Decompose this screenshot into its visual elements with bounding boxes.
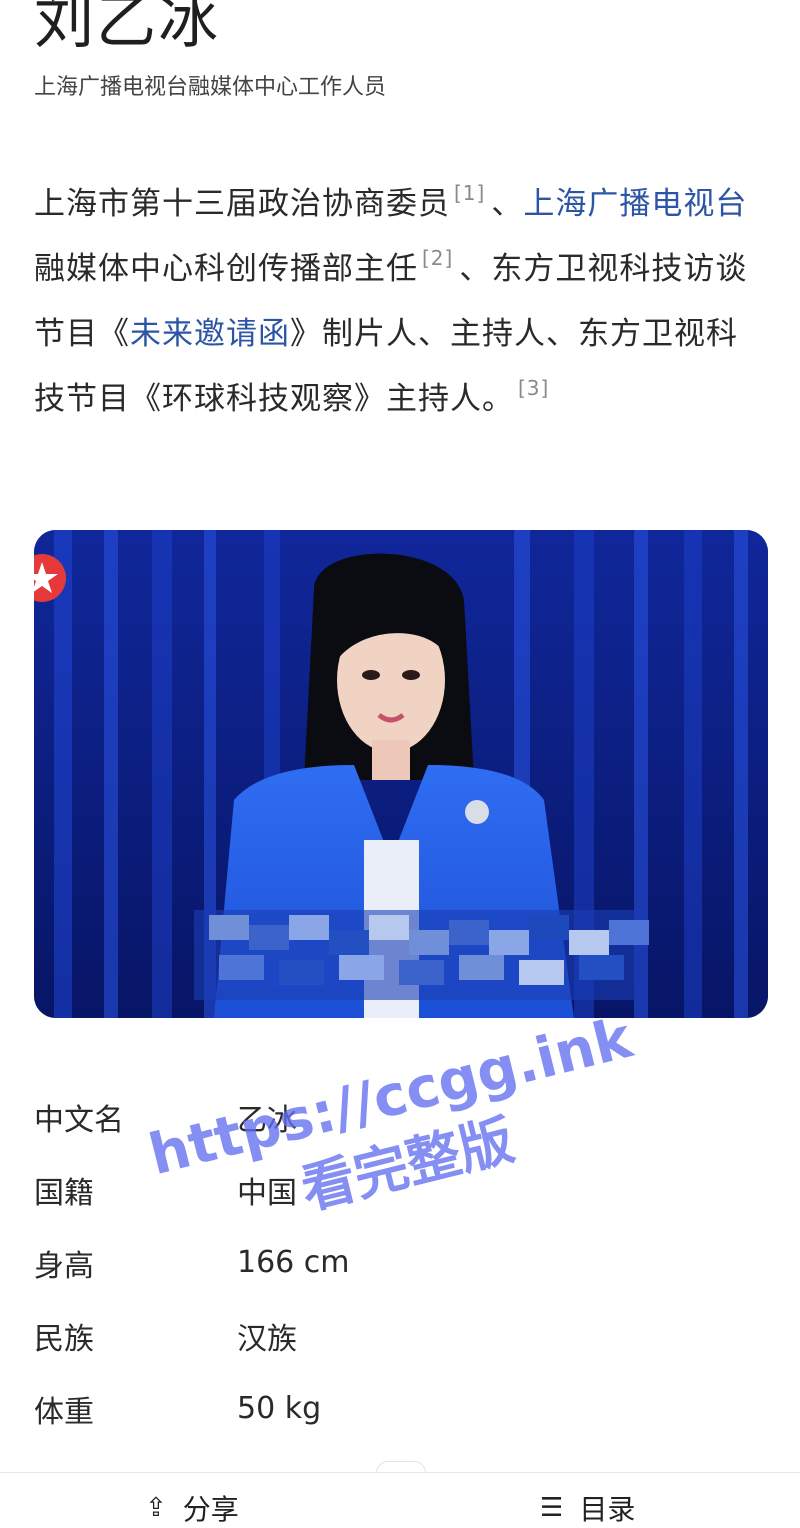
info-row: 体重 50 kg (34, 1372, 734, 1445)
info-row: 身高 166 cm (34, 1226, 734, 1299)
bottom-bar: ⇪ 分享 ☰ 目录 (0, 1472, 800, 1526)
summary-sep: 、 (491, 186, 524, 222)
share-label: 分享 (182, 1493, 239, 1526)
info-row: 民族 汉族 (34, 1299, 734, 1372)
citation-1[interactable]: [1] (454, 181, 485, 205)
info-row: 中文名 乙冰 (34, 1080, 734, 1153)
share-button[interactable]: ⇪ 分享 (145, 1493, 239, 1526)
info-value: 乙冰 (237, 1102, 297, 1138)
info-key: 中文名 (34, 1102, 124, 1138)
summary-text-2: 融媒体中心科创传播部主任 (34, 251, 418, 287)
citation-3[interactable]: [3] (518, 376, 549, 400)
list-icon: ☰ (540, 1493, 564, 1523)
info-value: 汉族 (237, 1321, 297, 1357)
share-icon: ⇪ (145, 1493, 167, 1523)
link-sh-broadcast[interactable]: 上海广播电视台 (523, 186, 747, 222)
page-title: 刘乙冰 (34, 0, 220, 57)
info-value: 中国 (237, 1175, 297, 1211)
info-key: 身高 (34, 1248, 94, 1284)
info-key: 体重 (34, 1394, 94, 1430)
link-future-invitation[interactable]: 未来邀请函 (130, 316, 290, 352)
profile-photo[interactable] (34, 530, 768, 1018)
citation-2[interactable]: [2] (422, 246, 453, 270)
info-value: 50 kg (237, 1391, 322, 1426)
summary-paragraph: 上海市第十三届政治协商委员 [1] 、上海广播电视台融媒体中心科创传播部主任 [2]、… (34, 172, 754, 432)
info-value: 166 cm (237, 1245, 350, 1280)
toc-label: 目录 (579, 1493, 636, 1526)
infobox: 中文名 乙冰 国籍 中国 身高 166 cm 民族 汉族 体重 50 kg (34, 1080, 734, 1445)
info-row: 国籍 中国 (34, 1153, 734, 1226)
summary-text-1: 上海市第十三届政治协商委员 (34, 186, 450, 222)
toc-button[interactable]: ☰ 目录 (540, 1493, 635, 1526)
info-key: 民族 (34, 1321, 94, 1357)
photo-illustration (34, 530, 768, 1018)
page-subtitle: 上海广播电视台融媒体中心工作人员 (34, 75, 387, 100)
info-key: 国籍 (34, 1175, 94, 1211)
